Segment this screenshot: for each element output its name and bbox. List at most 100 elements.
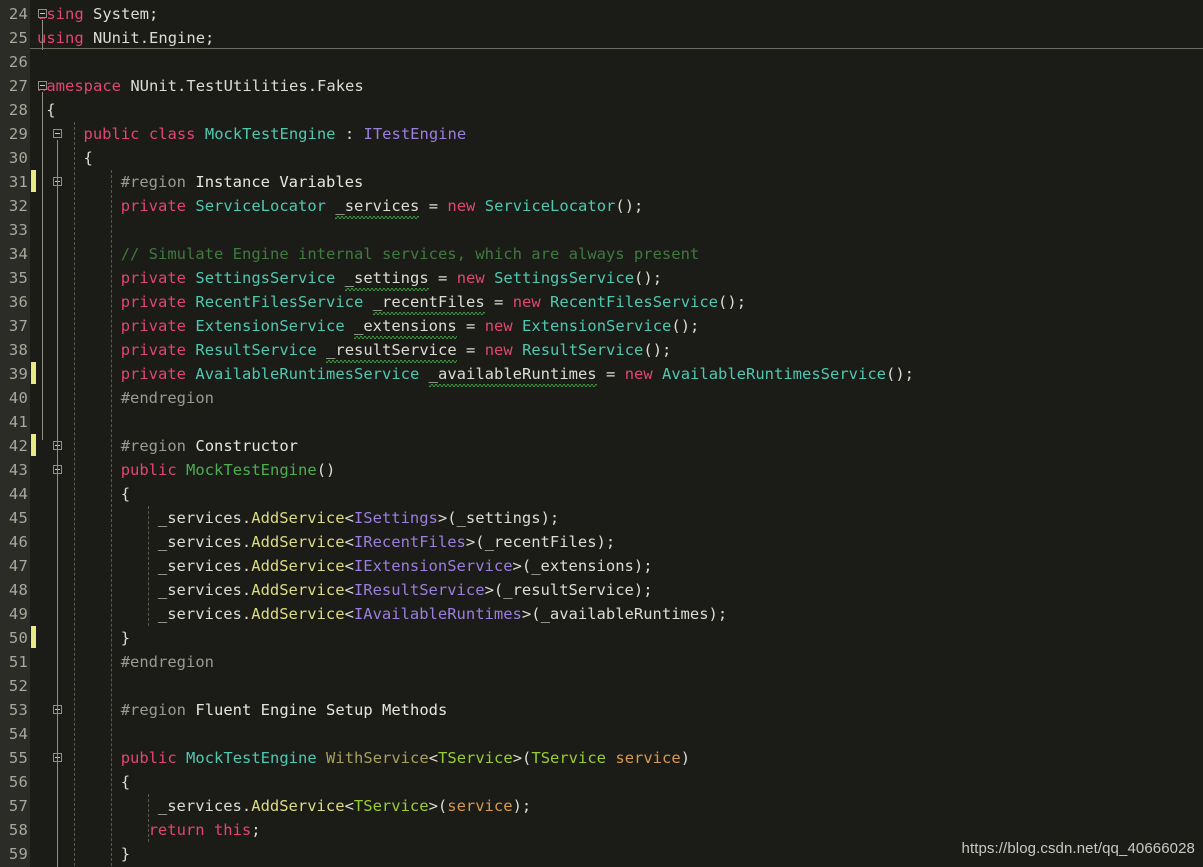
collapse-region-icon[interactable] <box>38 81 47 90</box>
code-line[interactable]: 42 #region Constructor <box>0 434 1203 458</box>
code-line-text: // Simulate Engine internal services, wh… <box>121 242 700 266</box>
code-token: < <box>344 557 354 575</box>
code-line-text: _services.AddService<IRecentFiles>(_rece… <box>158 530 615 554</box>
code-token: #region <box>120 173 187 191</box>
code-token: _services <box>157 581 242 599</box>
code-line[interactable]: 46 _services.AddService<IRecentFiles>(_re… <box>0 530 1203 554</box>
code-line-text: } <box>121 842 130 866</box>
code-token: _services <box>157 605 242 623</box>
code-line[interactable]: 31 #region Instance Variables <box>0 170 1203 194</box>
code-token: MockTestEngine <box>186 461 317 479</box>
code-line[interactable]: 28 { <box>0 98 1203 122</box>
code-line[interactable]: 54 <box>0 722 1203 746</box>
code-line[interactable]: 39 private AvailableRuntimesService _avai… <box>0 362 1203 387</box>
code-token: private <box>120 365 187 383</box>
code-line[interactable]: 50} <box>0 626 1203 650</box>
line-number: 30 <box>8 149 28 167</box>
code-line[interactable]: 37 private ExtensionService _extensions =… <box>0 314 1203 339</box>
code-line[interactable]: 49 _services.AddService<IAvailableRuntime… <box>0 602 1203 626</box>
code-line[interactable]: 44 { <box>0 482 1203 506</box>
code-line[interactable]: 34 // Simulate Engine internal services, … <box>0 242 1203 266</box>
code-token: Engine <box>149 29 206 47</box>
code-line[interactable]: 41 <box>0 410 1203 434</box>
line-number: 48 <box>8 581 28 599</box>
code-line[interactable]: 47 _services.AddService<IExtensionService… <box>0 554 1203 578</box>
code-token: ResultService <box>195 341 317 359</box>
code-token: #endregion <box>120 653 215 671</box>
code-token: Instance Variables <box>195 173 364 191</box>
code-line[interactable]: 25 using NUnit.Engine; <box>0 26 1203 50</box>
code-token: (); <box>718 293 747 311</box>
code-token: { <box>46 101 56 119</box>
code-line[interactable]: 29 public class MockTestEngine : ITestEng… <box>0 122 1203 146</box>
code-line[interactable]: 52 <box>0 674 1203 698</box>
code-token: AvailableRuntimesService <box>662 365 886 383</box>
code-token: Constructor <box>195 437 299 455</box>
code-line[interactable]: 43 public MockTestEngine() <box>0 458 1203 482</box>
code-token: = <box>466 341 476 359</box>
code-line[interactable]: 27 namespace NUnit.TestUtilities.Fakes <box>0 74 1203 98</box>
collapse-region-icon[interactable] <box>53 129 62 138</box>
code-line[interactable]: 26 <box>0 50 1203 74</box>
code-token: < <box>344 533 354 551</box>
code-token: MockTestEngine <box>204 125 336 143</box>
code-line[interactable]: 48 _services.AddService<IResultService>(_… <box>0 578 1203 602</box>
code-token: AddService <box>251 605 345 623</box>
code-token: = <box>438 269 448 287</box>
line-number: 42 <box>8 437 28 455</box>
code-editor[interactable]: 24 using System; 25 using NUnit.Engine; 26 27… <box>0 0 1203 867</box>
line-number: 32 <box>8 197 28 215</box>
code-token: class <box>148 125 196 143</box>
code-line[interactable]: 24 using System; <box>0 2 1203 26</box>
code-line[interactable]: 45 _services.AddService<ISettings>(_setti… <box>0 506 1203 530</box>
code-line-text: } <box>121 626 130 650</box>
code-token: // Simulate Engine internal services, wh… <box>120 245 700 263</box>
code-token-warning: _settings <box>344 266 429 291</box>
line-number: 50 <box>8 629 28 647</box>
code-token: >( <box>437 509 457 527</box>
code-line-text: #endregion <box>121 650 214 674</box>
code-token: . <box>241 605 252 623</box>
code-line[interactable]: 51 #endregion <box>0 650 1203 674</box>
line-number: 25 <box>8 29 28 47</box>
code-line-text: _services.AddService<IAvailableRuntimes>… <box>158 602 727 626</box>
code-line[interactable]: 30 { <box>0 146 1203 170</box>
code-token-warning: _availableRuntimes <box>428 362 597 387</box>
code-line[interactable]: 38 private ResultService _resultService =… <box>0 338 1203 363</box>
code-line[interactable]: 55 public MockTestEngine WithService<TSer… <box>0 746 1203 770</box>
code-token: private <box>120 197 187 215</box>
indent-guide <box>111 170 112 866</box>
code-line-text: { <box>121 482 130 506</box>
code-surface[interactable]: 24 using System; 25 using NUnit.Engine; 26 27… <box>0 0 1203 867</box>
line-number: 57 <box>8 797 28 815</box>
line-number: 58 <box>8 821 28 839</box>
code-token: private <box>120 293 187 311</box>
line-number: 44 <box>8 485 28 503</box>
line-number: 53 <box>8 701 28 719</box>
line-number: 41 <box>8 413 28 431</box>
code-line[interactable]: 57 _services.AddService<TService>(service… <box>0 794 1203 818</box>
code-token: >( <box>512 749 532 767</box>
code-line[interactable]: 33 <box>0 218 1203 242</box>
collapse-region-icon[interactable] <box>38 9 47 18</box>
code-line-text: _services.AddService<IResultService>(_re… <box>158 578 653 602</box>
code-line[interactable]: 40 #endregion <box>0 386 1203 410</box>
code-token: < <box>344 797 354 815</box>
code-line[interactable]: 53 #region Fluent Engine Setup Methods <box>0 698 1203 722</box>
code-line[interactable]: 58 return this; <box>0 818 1203 842</box>
code-line[interactable]: 56 { <box>0 770 1203 794</box>
code-line[interactable]: 32 private ServiceLocator _services = new… <box>0 194 1203 219</box>
code-token: TService <box>531 749 607 767</box>
code-line[interactable]: 35 private SettingsService _settings = ne… <box>0 266 1203 291</box>
code-line-text: private SettingsService _settings = new … <box>121 266 662 291</box>
code-token: < <box>344 509 354 527</box>
code-token: #endregion <box>120 389 215 407</box>
code-line[interactable]: 36 private RecentFilesService _recentFile… <box>0 290 1203 315</box>
code-token: ExtensionService <box>522 317 672 335</box>
code-line-text: private ExtensionService _extensions = n… <box>121 314 699 339</box>
